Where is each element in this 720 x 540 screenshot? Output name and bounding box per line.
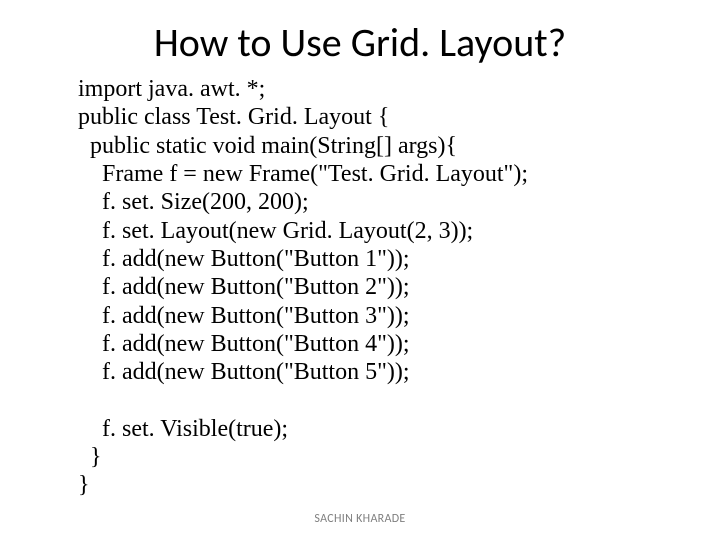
- code-line: f. add(new Button("Button 5"));: [78, 359, 410, 385]
- code-line: f. set. Visible(true);: [78, 416, 288, 442]
- code-line: f. set. Size(200, 200);: [78, 189, 309, 215]
- code-line: public static void main(String[] args){: [78, 133, 457, 159]
- code-line: f. add(new Button("Button 1"));: [78, 246, 410, 272]
- code-line: f. set. Layout(new Grid. Layout(2, 3));: [78, 218, 473, 244]
- code-line: }: [78, 444, 102, 470]
- slide-title: How to Use Grid. Layout?: [0, 0, 720, 75]
- code-line: Frame f = new Frame("Test. Grid. Layout"…: [78, 161, 528, 187]
- code-line: f. add(new Button("Button 2"));: [78, 274, 410, 300]
- footer-author: SACHIN KHARADE: [0, 512, 720, 526]
- code-line: f. add(new Button("Button 3"));: [78, 303, 410, 329]
- code-line: f. add(new Button("Button 4"));: [78, 331, 410, 357]
- code-line: }: [78, 472, 90, 498]
- code-block: import java. awt. *; public class Test. …: [78, 75, 680, 500]
- code-line: import java. awt. *;: [78, 76, 265, 102]
- slide: How to Use Grid. Layout? import java. aw…: [0, 0, 720, 540]
- code-line: public class Test. Grid. Layout {: [78, 104, 389, 130]
